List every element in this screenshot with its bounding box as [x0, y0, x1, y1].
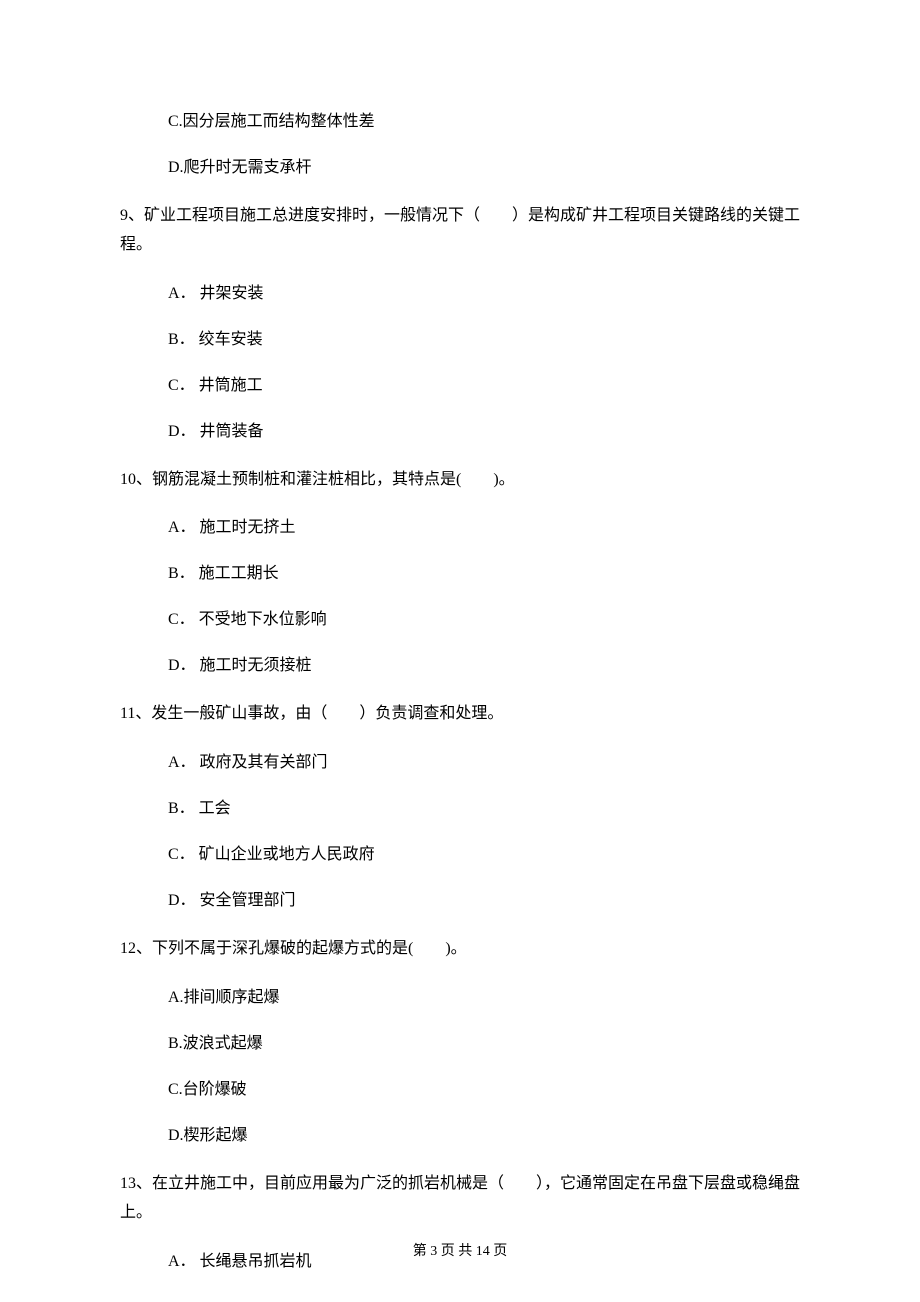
option-text: C.台阶爆破	[168, 1081, 247, 1098]
page-number: 第 3 页 共 14 页	[413, 1244, 508, 1259]
question-9: 9、矿业工程项目施工总进度安排时，一般情况下（ ）是构成矿井工程项目关键路线的关…	[120, 202, 800, 260]
q11-option-d: D． 安全管理部门	[168, 889, 800, 913]
question-13: 13、在立井施工中，目前应用最为广泛的抓岩机械是（ ），它通常固定在吊盘下层盘或…	[120, 1170, 800, 1228]
option-text: C． 不受地下水位影响	[168, 611, 327, 628]
page-footer: 第 3 页 共 14 页	[0, 1241, 920, 1262]
q10-option-a: A． 施工时无挤土	[168, 516, 800, 540]
option-text: B． 绞车安装	[168, 331, 263, 348]
option-text: D． 施工时无须接桩	[168, 657, 312, 674]
question-text: 10、钢筋混凝土预制桩和灌注桩相比，其特点是( )。	[120, 471, 515, 488]
q9-option-b: B． 绞车安装	[168, 328, 800, 352]
q12-option-d: D.楔形起爆	[168, 1124, 800, 1148]
q10-option-b: B． 施工工期长	[168, 562, 800, 586]
option-text: A． 施工时无挤土	[168, 519, 296, 536]
question-text: 9、矿业工程项目施工总进度安排时，一般情况下（ ）是构成矿井工程项目关键路线的关…	[120, 207, 800, 253]
q12-option-c: C.台阶爆破	[168, 1078, 800, 1102]
q10-option-c: C． 不受地下水位影响	[168, 608, 800, 632]
q11-option-a: A． 政府及其有关部门	[168, 751, 800, 775]
option-text: A.排间顺序起爆	[168, 989, 280, 1006]
option-text: A． 井架安装	[168, 285, 264, 302]
option-text: B.波浪式起爆	[168, 1035, 263, 1052]
q11-option-b: B． 工会	[168, 797, 800, 821]
option-text: D． 井筒装备	[168, 423, 264, 440]
q9-option-d: D． 井筒装备	[168, 420, 800, 444]
option-text: A． 政府及其有关部门	[168, 754, 328, 771]
q12-option-b: B.波浪式起爆	[168, 1032, 800, 1056]
option-text: B． 施工工期长	[168, 565, 279, 582]
question-10: 10、钢筋混凝土预制桩和灌注桩相比，其特点是( )。	[120, 466, 800, 495]
question-11: 11、发生一般矿山事故，由（ ）负责调查和处理。	[120, 700, 800, 729]
option-text: D． 安全管理部门	[168, 892, 296, 909]
partial-option-d: D.爬升时无需支承杆	[168, 156, 800, 180]
q9-option-c: C． 井筒施工	[168, 374, 800, 398]
option-text: C． 井筒施工	[168, 377, 263, 394]
q12-option-a: A.排间顺序起爆	[168, 986, 800, 1010]
option-text: B． 工会	[168, 800, 231, 817]
question-text: 13、在立井施工中，目前应用最为广泛的抓岩机械是（ ），它通常固定在吊盘下层盘或…	[120, 1175, 800, 1221]
q10-option-d: D． 施工时无须接桩	[168, 654, 800, 678]
partial-option-c: C.因分层施工而结构整体性差	[168, 110, 800, 134]
option-text: D.爬升时无需支承杆	[168, 159, 312, 176]
question-text: 11、发生一般矿山事故，由（ ）负责调查和处理。	[120, 705, 503, 722]
question-12: 12、下列不属于深孔爆破的起爆方式的是( )。	[120, 935, 800, 964]
option-text: D.楔形起爆	[168, 1127, 248, 1144]
q9-option-a: A． 井架安装	[168, 282, 800, 306]
option-text: C． 矿山企业或地方人民政府	[168, 846, 375, 863]
question-text: 12、下列不属于深孔爆破的起爆方式的是( )。	[120, 940, 467, 957]
option-text: C.因分层施工而结构整体性差	[168, 113, 375, 130]
q11-option-c: C． 矿山企业或地方人民政府	[168, 843, 800, 867]
